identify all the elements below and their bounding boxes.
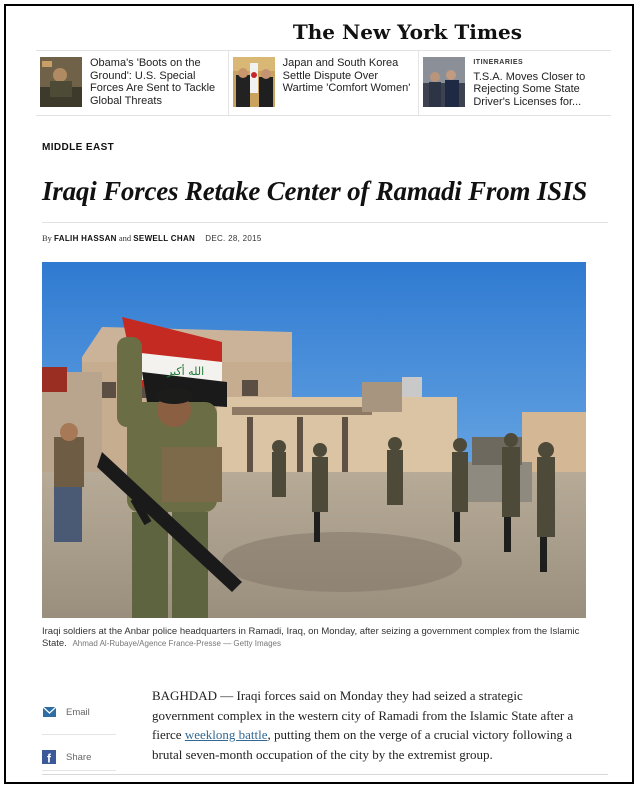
article-headline: Iraqi Forces Retake Center of Ramadi Fro…	[42, 176, 588, 206]
promo-item-boots-on-ground[interactable]: Obama's 'Boots on the Ground': U.S. Spec…	[36, 51, 228, 115]
promo-headline: Obama's 'Boots on the Ground': U.S. Spec…	[90, 57, 216, 107]
byline-prefix: By	[42, 233, 52, 243]
byline-and: and	[118, 233, 132, 243]
article-body: BAGHDAD — Iraqi forces said on Monday th…	[152, 686, 588, 764]
publish-date: DEC. 28, 2015	[205, 234, 262, 243]
promo-strip: Obama's 'Boots on the Ground': U.S. Spec…	[36, 50, 611, 116]
promo-headline: ITINERARIES T.S.A. Moves Closer to Rejec…	[473, 57, 607, 109]
promo-item-japan-korea[interactable]: Japan and South Korea Settle Dispute Ove…	[227, 51, 420, 115]
promo-item-tsa[interactable]: ITINERARIES T.S.A. Moves Closer to Rejec…	[419, 51, 611, 115]
author-link[interactable]: FALIH HASSAN	[54, 234, 117, 243]
envelope-icon	[42, 705, 56, 719]
divider	[42, 770, 116, 771]
promo-headline: Japan and South Korea Settle Dispute Ove…	[282, 57, 411, 94]
byline: By FALIH HASSAN and SEWELL CHAN DEC. 28,…	[42, 233, 262, 243]
divider	[42, 222, 608, 223]
divider	[42, 774, 608, 775]
photo-credit: Ahmad Al-Rubaye/Agence France-Presse — G…	[72, 639, 282, 648]
share-label: Share	[66, 751, 92, 763]
promo-headline-text: T.S.A. Moves Closer to Rejecting Some St…	[473, 70, 586, 108]
facebook-icon: f	[42, 750, 56, 764]
section-label[interactable]: MIDDLE EAST	[42, 142, 114, 153]
facebook-share-button[interactable]: f Share	[42, 734, 116, 773]
author-link[interactable]: SEWELL CHAN	[133, 234, 195, 243]
nyt-logo[interactable]: The New York Times	[6, 20, 632, 44]
lead-photo: الله أكبر	[42, 262, 586, 618]
lead-photo-image: الله أكبر	[42, 262, 586, 618]
promo-thumbnail	[40, 57, 82, 107]
browser-frame: The New York Times Obama's 'Boots on the…	[4, 4, 634, 784]
email-share-button[interactable]: Email	[42, 696, 116, 728]
email-label: Email	[66, 706, 90, 718]
promo-kicker: ITINERARIES	[473, 59, 524, 66]
photo-caption: Iraqi soldiers at the Anbar police headq…	[42, 626, 598, 650]
share-tools: Email f Share	[42, 696, 116, 773]
promo-thumbnail	[232, 57, 275, 107]
svg-text:الله أكبر: الله أكبر	[166, 364, 204, 378]
weeklong-battle-link[interactable]: weeklong battle	[185, 727, 268, 742]
promo-thumbnail	[423, 57, 466, 107]
